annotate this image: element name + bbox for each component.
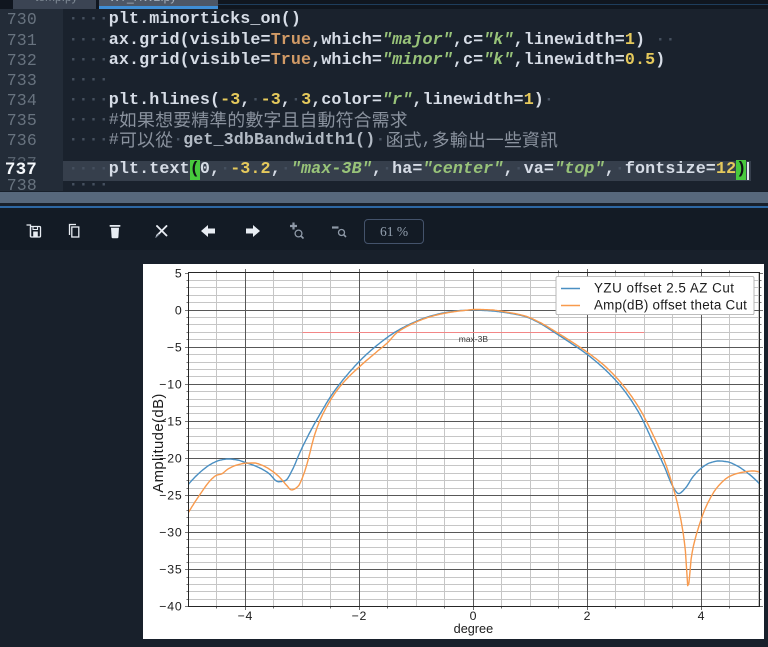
- svg-text:Amp(dB) offset theta Cut: Amp(dB) offset theta Cut: [594, 298, 747, 313]
- svg-text:−40: −40: [159, 600, 182, 614]
- svg-text:−4: −4: [238, 609, 254, 623]
- svg-text:−30: −30: [159, 526, 182, 540]
- svg-text:degree: degree: [454, 622, 494, 636]
- svg-text:max-3B: max-3B: [459, 334, 489, 344]
- svg-text:−2: −2: [352, 609, 368, 623]
- svg-text:−10: −10: [159, 378, 182, 392]
- svg-text:YZU offset 2.5 AZ Cut: YZU offset 2.5 AZ Cut: [594, 281, 735, 296]
- svg-text:4: 4: [698, 609, 706, 623]
- svg-text:−35: −35: [159, 563, 182, 577]
- svg-text:2: 2: [584, 609, 592, 623]
- svg-text:5: 5: [175, 267, 183, 281]
- svg-text:0: 0: [175, 304, 183, 318]
- svg-text:−5: −5: [167, 341, 183, 355]
- svg-text:0: 0: [470, 609, 478, 623]
- svg-text:Amplitude(dB): Amplitude(dB): [151, 393, 167, 493]
